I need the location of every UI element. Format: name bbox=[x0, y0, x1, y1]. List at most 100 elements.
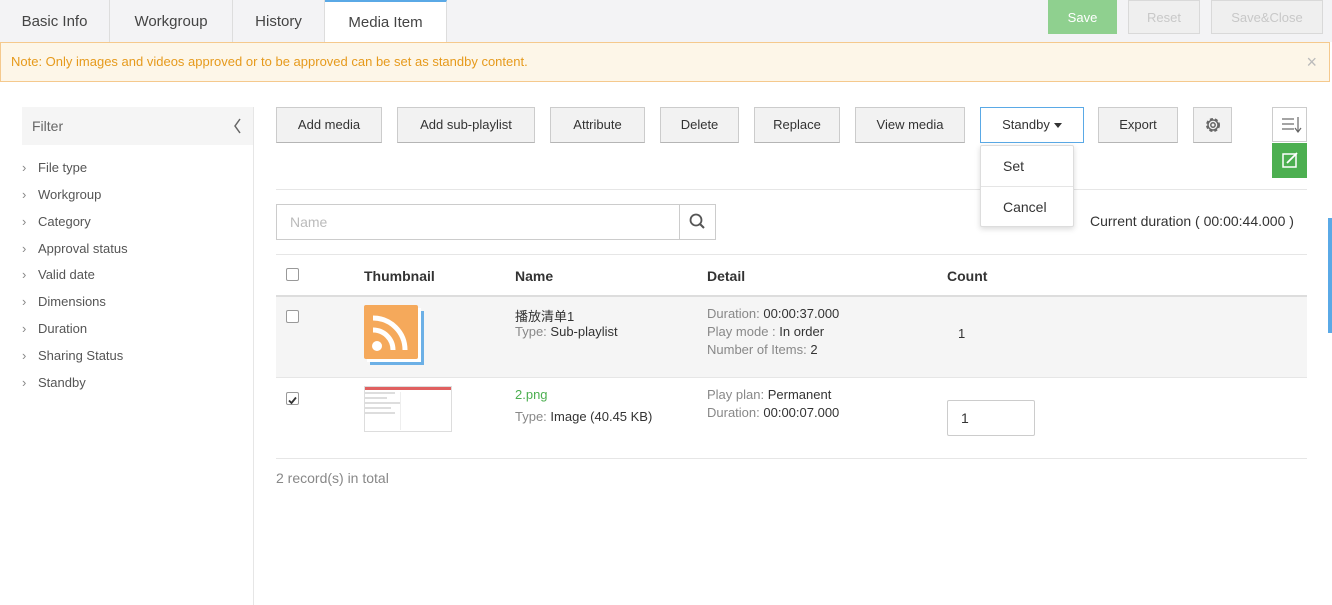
scrollbar[interactable] bbox=[1328, 218, 1332, 333]
close-icon[interactable]: × bbox=[1306, 43, 1317, 81]
detail-label: Duration: bbox=[707, 306, 760, 321]
filter-sidebar: Filter › File type › Workgroup › Category ›… bbox=[0, 107, 254, 605]
column-header-count: Count bbox=[947, 268, 988, 284]
detail-label: Play plan: bbox=[707, 387, 765, 402]
media-type: Type: Image (40.45 KB) bbox=[515, 409, 652, 424]
add-sub-playlist-button[interactable]: Add sub-playlist bbox=[397, 107, 535, 143]
chevron-right-icon: › bbox=[22, 375, 27, 390]
type-label: Type: bbox=[515, 324, 547, 339]
filter-item-label: Category bbox=[38, 214, 91, 229]
view-media-button[interactable]: View media bbox=[855, 107, 965, 143]
save-button[interactable]: Save bbox=[1048, 0, 1117, 34]
save-close-button[interactable]: Save&Close bbox=[1211, 0, 1323, 34]
reset-button[interactable]: Reset bbox=[1128, 0, 1200, 34]
filter-item-label: Standby bbox=[38, 375, 86, 390]
export-button[interactable]: Export bbox=[1098, 107, 1178, 143]
media-name-link[interactable]: 2.png bbox=[515, 387, 548, 402]
rss-icon bbox=[364, 305, 426, 369]
filter-item-label: Dimensions bbox=[38, 294, 106, 309]
detail-line: Play mode : In order bbox=[707, 324, 824, 339]
filter-item-label: Sharing Status bbox=[38, 348, 124, 363]
detail-line: Play plan: Permanent bbox=[707, 387, 831, 402]
filter-item-file-type[interactable]: › File type bbox=[22, 160, 87, 180]
filter-item-valid-date[interactable]: › Valid date bbox=[22, 267, 95, 287]
chevron-left-icon[interactable] bbox=[233, 107, 243, 159]
note-text: Note: Only images and videos approved or… bbox=[11, 54, 528, 69]
detail-value: 00:00:07.000 bbox=[763, 405, 840, 420]
count-value: 1 bbox=[958, 326, 966, 341]
detail-value: 00:00:37.000 bbox=[763, 306, 840, 321]
image-preview-icon bbox=[365, 387, 451, 430]
detail-label: Play mode : bbox=[707, 324, 776, 339]
divider bbox=[276, 254, 1307, 255]
settings-button[interactable] bbox=[1193, 107, 1232, 143]
column-header-thumbnail: Thumbnail bbox=[364, 268, 435, 284]
row-divider bbox=[276, 377, 1307, 378]
tab-history[interactable]: History bbox=[233, 0, 325, 42]
standby-label: Standby bbox=[1002, 117, 1050, 132]
column-list-button[interactable] bbox=[1272, 107, 1307, 142]
row-checkbox[interactable] bbox=[286, 392, 299, 405]
filter-title: Filter bbox=[32, 118, 64, 134]
record-total: 2 record(s) in total bbox=[276, 470, 389, 486]
filter-item-label: File type bbox=[38, 160, 88, 175]
filter-item-sharing-status[interactable]: › Sharing Status bbox=[22, 348, 123, 368]
filter-item-label: Workgroup bbox=[38, 187, 102, 202]
media-type: Type: Sub-playlist bbox=[515, 324, 618, 339]
tab-basic-info[interactable]: Basic Info bbox=[0, 0, 110, 42]
detail-label: Duration: bbox=[707, 405, 760, 420]
chevron-right-icon: › bbox=[22, 321, 27, 336]
filter-header: Filter bbox=[22, 107, 253, 145]
column-header-detail: Detail bbox=[707, 268, 746, 284]
filter-item-label: Approval status bbox=[38, 241, 128, 256]
filter-item-standby[interactable]: › Standby bbox=[22, 375, 86, 395]
edit-button[interactable] bbox=[1272, 143, 1307, 178]
row-divider bbox=[276, 458, 1307, 459]
detail-line: Duration: 00:00:37.000 bbox=[707, 306, 839, 321]
filter-item-label: Valid date bbox=[38, 267, 95, 282]
search-button[interactable] bbox=[679, 204, 716, 240]
tab-workgroup[interactable]: Workgroup bbox=[110, 0, 233, 42]
tab-media-item[interactable]: Media Item bbox=[325, 0, 447, 43]
chevron-right-icon: › bbox=[22, 294, 27, 309]
row-checkbox[interactable] bbox=[286, 310, 299, 323]
type-label: Type: bbox=[515, 409, 547, 424]
caret-down-icon bbox=[1053, 123, 1062, 129]
filter-item-category[interactable]: › Category bbox=[22, 214, 91, 234]
search-input[interactable] bbox=[276, 204, 680, 240]
chevron-right-icon: › bbox=[22, 267, 27, 282]
filter-item-workgroup[interactable]: › Workgroup bbox=[22, 187, 101, 207]
divider bbox=[276, 189, 1307, 190]
detail-line: Number of Items: 2 bbox=[707, 342, 818, 357]
note-banner: Note: Only images and videos approved or… bbox=[0, 42, 1330, 82]
select-all-checkbox[interactable] bbox=[286, 268, 299, 281]
filter-item-duration[interactable]: › Duration bbox=[22, 321, 87, 341]
filter-item-dimensions[interactable]: › Dimensions bbox=[22, 294, 106, 314]
filter-item-approval-status[interactable]: › Approval status bbox=[22, 241, 128, 261]
search-icon bbox=[680, 213, 715, 243]
column-header-name: Name bbox=[515, 268, 554, 284]
chevron-right-icon: › bbox=[22, 241, 27, 256]
type-value: Sub-playlist bbox=[550, 324, 618, 339]
add-media-button[interactable]: Add media bbox=[276, 107, 382, 143]
delete-button[interactable]: Delete bbox=[660, 107, 739, 143]
thumbnail[interactable] bbox=[364, 386, 452, 432]
tab-bar: Basic Info Workgroup History Media Item … bbox=[0, 0, 1332, 43]
standby-cancel-option[interactable]: Cancel bbox=[981, 187, 1073, 227]
chevron-right-icon: › bbox=[22, 187, 27, 202]
check-icon bbox=[288, 396, 297, 405]
chevron-right-icon: › bbox=[22, 348, 27, 363]
detail-line: Duration: 00:00:07.000 bbox=[707, 405, 839, 420]
detail-value: 2 bbox=[810, 342, 818, 357]
chevron-right-icon: › bbox=[22, 214, 27, 229]
detail-label: Number of Items: bbox=[707, 342, 807, 357]
current-duration: Current duration ( 00:00:44.000 ) bbox=[1090, 213, 1294, 229]
detail-value: Permanent bbox=[767, 387, 832, 402]
count-input[interactable] bbox=[947, 400, 1035, 436]
standby-set-option[interactable]: Set bbox=[981, 146, 1073, 186]
standby-dropdown-button[interactable]: Standby bbox=[980, 107, 1084, 143]
replace-button[interactable]: Replace bbox=[754, 107, 840, 143]
attribute-button[interactable]: Attribute bbox=[550, 107, 645, 143]
edit-icon bbox=[1272, 152, 1307, 182]
thumbnail[interactable] bbox=[364, 305, 426, 365]
